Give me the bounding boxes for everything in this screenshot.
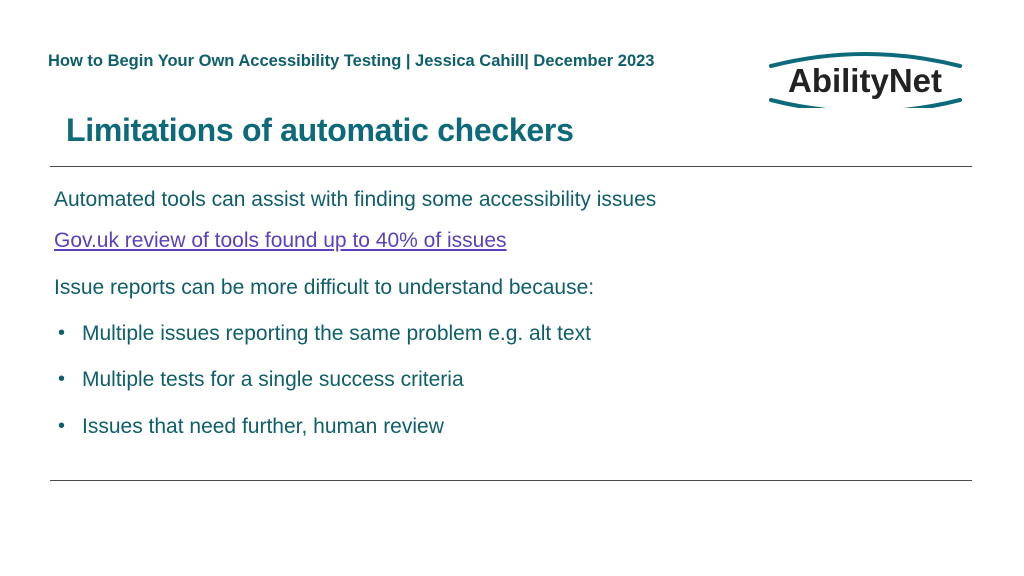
list-item: Multiple tests for a single success crit… (82, 366, 964, 394)
divider-top (50, 166, 972, 167)
list-item: Issues that need further, human review (82, 413, 964, 441)
svg-text:AbilityNet: AbilityNet (788, 62, 942, 99)
subhead-text: Issue reports can be more difficult to u… (54, 274, 964, 302)
divider-bottom (50, 480, 972, 481)
main-content: Automated tools can assist with finding … (54, 186, 964, 459)
intro-text: Automated tools can assist with finding … (54, 186, 964, 214)
bullet-list: Multiple issues reporting the same probl… (54, 320, 964, 441)
page-title: Limitations of automatic checkers (66, 112, 574, 149)
abilitynet-logo: AbilityNet (763, 48, 968, 108)
list-item: Multiple issues reporting the same probl… (82, 320, 964, 348)
govuk-review-link[interactable]: Gov.uk review of tools found up to 40% o… (54, 227, 507, 255)
breadcrumb: How to Begin Your Own Accessibility Test… (48, 52, 655, 71)
